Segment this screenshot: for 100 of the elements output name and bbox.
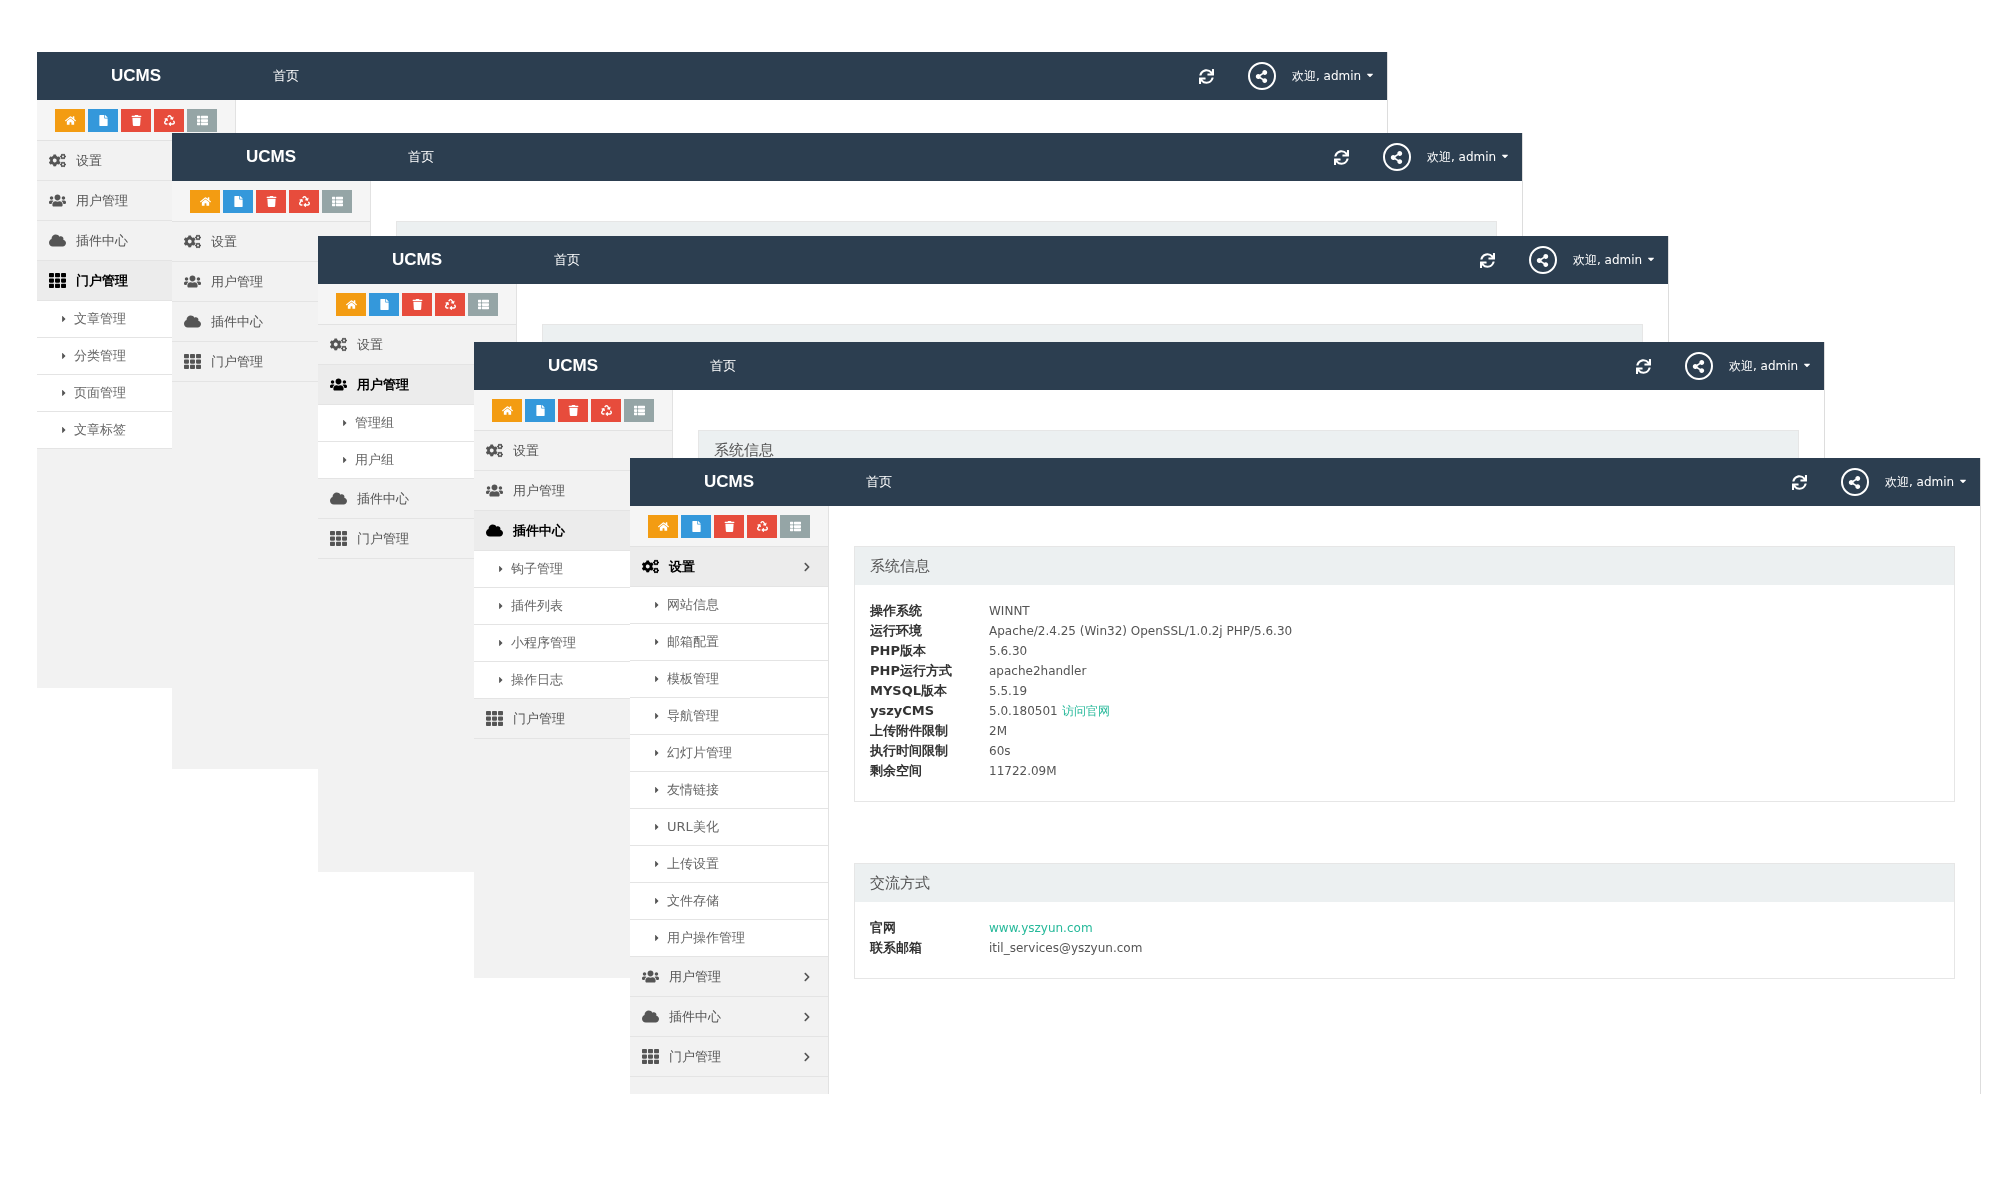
users-icon (642, 968, 659, 985)
recycle-icon (600, 404, 612, 416)
grid-icon (642, 1048, 659, 1065)
info-value: 60s (989, 743, 1011, 760)
refresh-icon[interactable] (1333, 149, 1349, 165)
list-icon (196, 114, 208, 126)
trash-button[interactable] (121, 108, 151, 132)
refresh-icon[interactable] (1479, 252, 1495, 268)
submenu-item[interactable]: URL美化 (630, 809, 828, 846)
home-icon (657, 520, 669, 532)
gears-icon (486, 442, 503, 459)
home-button[interactable] (190, 189, 220, 213)
file-button[interactable] (88, 108, 118, 132)
home-icon (199, 195, 211, 207)
list-button[interactable] (468, 292, 498, 316)
avatar-icon[interactable] (1247, 62, 1276, 90)
grid-icon (184, 353, 201, 370)
cloud-icon (49, 232, 66, 249)
trash-button[interactable] (402, 292, 432, 316)
refresh-icon[interactable] (1791, 474, 1807, 490)
submenu-item[interactable]: 文章标签 (37, 412, 172, 449)
home-icon (501, 404, 513, 416)
submenu-item[interactable]: 页面管理 (37, 375, 172, 412)
home-nav-link[interactable]: 首页 (710, 357, 736, 375)
home-button[interactable] (336, 292, 366, 316)
user-menu[interactable]: 欢迎, admin (1884, 473, 1968, 491)
submenu-item[interactable]: 模板管理 (630, 661, 828, 698)
trash-icon (567, 404, 579, 416)
recycle-button[interactable] (289, 189, 319, 213)
submenu-item[interactable]: 网站信息 (630, 587, 828, 624)
avatar-icon[interactable] (1382, 143, 1411, 171)
users-icon (486, 482, 503, 499)
file-button[interactable] (681, 514, 711, 538)
file-icon (690, 520, 702, 532)
list-button[interactable] (322, 189, 352, 213)
home-nav-link[interactable]: 首页 (408, 148, 434, 166)
info-value: 5.0.180501 (989, 703, 1058, 720)
submenu-item[interactable]: 上传设置 (630, 846, 828, 883)
gears-icon (330, 336, 347, 353)
info-value: 11722.09M (989, 763, 1057, 780)
submenu-item[interactable]: 插件列表 (474, 588, 630, 625)
list-button[interactable] (780, 514, 810, 538)
home-button[interactable] (492, 398, 522, 422)
submenu-item[interactable]: 操作日志 (474, 662, 630, 699)
brand-logo: UCMS (390, 250, 444, 270)
file-icon (378, 298, 390, 310)
user-menu[interactable]: 欢迎, admin (1426, 148, 1510, 166)
recycle-button[interactable] (154, 108, 184, 132)
recycle-button[interactable] (747, 514, 777, 538)
home-button[interactable] (55, 108, 85, 132)
sidebar-item[interactable]: 设置 (630, 547, 828, 587)
trash-icon (130, 114, 142, 126)
file-button[interactable] (525, 398, 555, 422)
recycle-button[interactable] (435, 292, 465, 316)
sidebar-item[interactable]: 用户管理 (318, 365, 474, 405)
sidebar-item[interactable]: 门户管理 (37, 261, 172, 301)
brand-logo: UCMS (244, 147, 298, 167)
info-value: WINNT (989, 603, 1030, 620)
list-button[interactable] (624, 398, 654, 422)
list-icon (331, 195, 343, 207)
refresh-icon[interactable] (1198, 68, 1214, 84)
submenu-item[interactable]: 文件存储 (630, 883, 828, 920)
home-nav-link[interactable]: 首页 (866, 473, 892, 491)
submenu-item[interactable]: 用户组 (318, 442, 474, 479)
list-button[interactable] (187, 108, 217, 132)
submenu-item[interactable]: 钩子管理 (474, 551, 630, 588)
info-value: Apache/2.4.25 (Win32) OpenSSL/1.0.2j PHP/5.6.30 (989, 623, 1293, 640)
submenu-item[interactable]: 邮箱配置 (630, 624, 828, 661)
panel-title: 系统信息 (714, 440, 774, 460)
file-button[interactable] (223, 189, 253, 213)
user-menu[interactable]: 欢迎, admin (1728, 357, 1812, 375)
avatar-icon[interactable] (1528, 246, 1557, 274)
avatar-icon[interactable] (1684, 352, 1713, 380)
trash-button[interactable] (256, 189, 286, 213)
chevron-icon (802, 1051, 812, 1062)
refresh-icon[interactable] (1635, 358, 1651, 374)
chevron-icon (802, 1011, 812, 1022)
recycle-button[interactable] (591, 398, 621, 422)
user-menu[interactable]: 欢迎, admin (1291, 67, 1375, 85)
trash-icon (723, 520, 735, 532)
user-menu[interactable]: 欢迎, admin (1572, 251, 1656, 269)
info-label: PHP版本 (870, 642, 927, 660)
submenu-item[interactable]: 文章管理 (37, 301, 172, 338)
submenu-item[interactable]: 小程序管理 (474, 625, 630, 662)
cloud-icon (486, 522, 503, 539)
trash-button[interactable] (558, 398, 588, 422)
submenu-item[interactable]: 分类管理 (37, 338, 172, 375)
submenu-item[interactable]: 用户操作管理 (630, 920, 828, 957)
submenu-item[interactable]: 管理组 (318, 405, 474, 442)
home-button[interactable] (648, 514, 678, 538)
trash-button[interactable] (714, 514, 744, 538)
brand-logo: UCMS (546, 356, 600, 376)
submenu-item[interactable]: 友情链接 (630, 772, 828, 809)
sidebar-item[interactable]: 插件中心 (474, 511, 630, 551)
file-button[interactable] (369, 292, 399, 316)
home-nav-link[interactable]: 首页 (554, 251, 580, 269)
avatar-icon[interactable] (1840, 468, 1869, 496)
submenu-item[interactable]: 导航管理 (630, 698, 828, 735)
home-nav-link[interactable]: 首页 (273, 67, 299, 85)
submenu-item[interactable]: 幻灯片管理 (630, 735, 828, 772)
